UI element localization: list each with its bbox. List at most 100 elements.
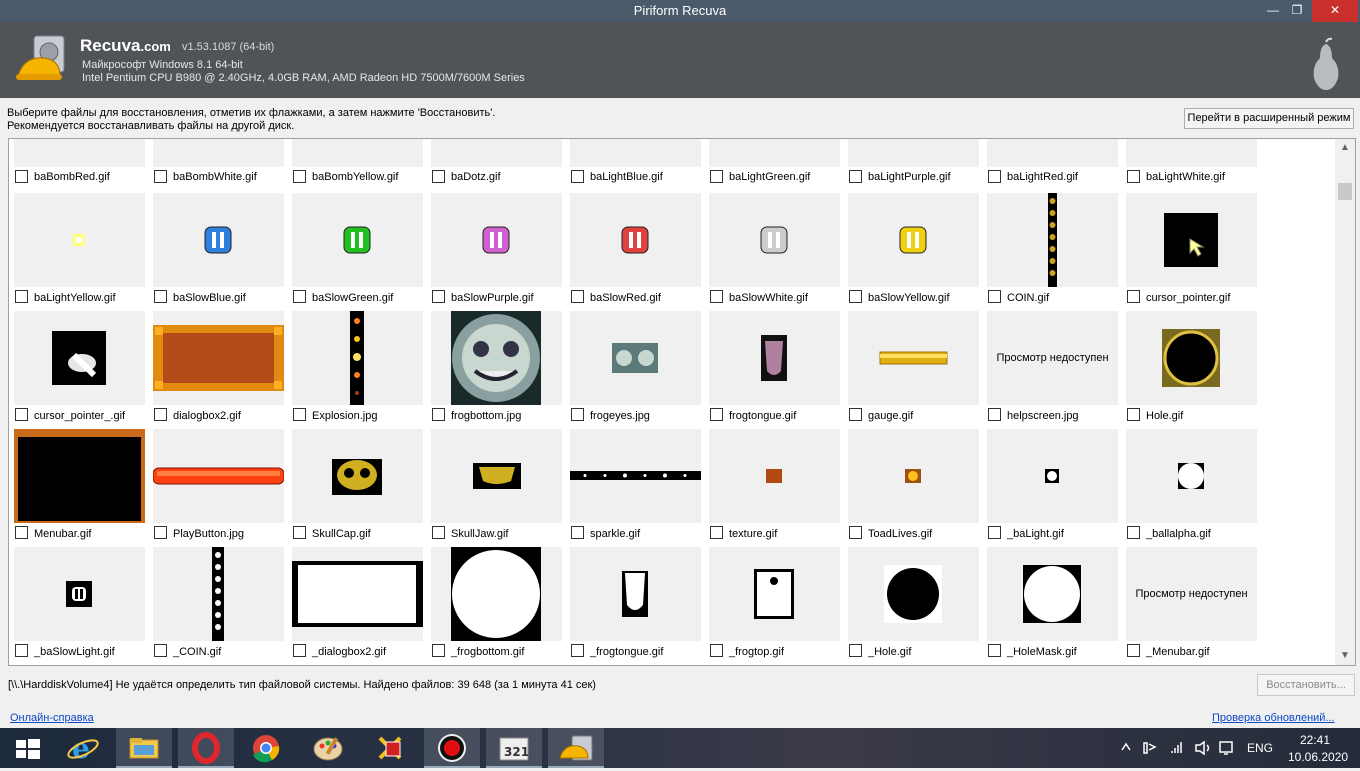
file-cell[interactable]: baSlowYellow.gif [848,193,980,311]
file-thumbnail[interactable] [709,547,840,641]
file-cell[interactable]: _frogbottom.gif [431,547,563,665]
file-checkbox[interactable] [293,290,306,303]
file-cell[interactable]: baSlowPurple.gif [431,193,563,311]
file-cell[interactable]: baSlowWhite.gif [709,193,841,311]
file-checkbox[interactable] [15,290,28,303]
file-thumbnail[interactable] [153,139,284,167]
file-cell[interactable]: baSlowGreen.gif [292,193,424,311]
close-button[interactable]: ✕ [1312,0,1358,22]
file-cell[interactable]: Menubar.gif [14,429,146,547]
file-thumbnail[interactable] [987,139,1118,167]
file-thumbnail[interactable] [14,547,145,641]
file-checkbox[interactable] [432,644,445,657]
file-thumbnail[interactable] [848,193,979,287]
file-thumbnail[interactable] [14,193,145,287]
file-cell[interactable]: Hole.gif [1126,311,1258,429]
record-app-icon[interactable] [424,728,480,768]
file-thumbnail[interactable] [570,311,701,405]
file-cell[interactable]: Просмотр недоступен helpscreen.jpg [987,311,1119,429]
file-thumbnail[interactable] [570,139,701,167]
file-thumbnail[interactable] [570,193,701,287]
file-checkbox[interactable] [154,408,167,421]
file-cell[interactable]: _frogtongue.gif [570,547,702,665]
file-cell[interactable]: dialogbox2.gif [153,311,285,429]
file-cell[interactable]: _dialogbox2.gif [292,547,424,665]
file-cell[interactable]: cursor_pointer.gif [1126,193,1258,311]
vertical-scrollbar[interactable]: ▲ ▼ [1335,139,1355,665]
restore-button[interactable]: Восстановить... [1257,674,1355,696]
file-thumbnail[interactable] [1126,139,1257,167]
check-updates-link[interactable]: Проверка обновлений... [1212,712,1335,724]
file-checkbox[interactable] [988,644,1001,657]
file-checkbox[interactable] [15,408,28,421]
file-thumbnail[interactable] [1126,193,1257,287]
file-checkbox[interactable] [15,170,28,183]
file-checkbox[interactable] [849,408,862,421]
file-checkbox[interactable] [432,170,445,183]
file-checkbox[interactable] [571,170,584,183]
file-checkbox[interactable] [710,170,723,183]
file-thumbnail[interactable] [987,547,1118,641]
file-thumbnail[interactable] [153,193,284,287]
file-thumbnail[interactable] [431,429,562,523]
file-thumbnail[interactable]: Просмотр недоступен [1126,547,1257,641]
file-cell[interactable]: frogtongue.gif [709,311,841,429]
file-checkbox[interactable] [988,290,1001,303]
file-checkbox[interactable] [988,526,1001,539]
file-thumbnail[interactable] [153,429,284,523]
file-checkbox[interactable] [293,526,306,539]
file-thumbnail[interactable] [14,311,145,405]
file-thumbnail[interactable] [709,311,840,405]
file-thumbnail[interactable] [848,139,979,167]
file-thumbnail[interactable] [14,429,145,523]
file-cell[interactable]: Explosion.jpg [292,311,424,429]
file-checkbox[interactable] [15,644,28,657]
file-cell[interactable]: ToadLives.gif [848,429,980,547]
file-thumbnail[interactable] [570,547,701,641]
file-checkbox[interactable] [849,526,862,539]
file-checkbox[interactable] [1127,290,1140,303]
game-app-icon[interactable] [362,728,418,768]
file-checkbox[interactable] [988,170,1001,183]
maximize-button[interactable]: ❐ [1286,0,1308,22]
file-cell[interactable]: _Hole.gif [848,547,980,665]
file-checkbox[interactable] [849,644,862,657]
file-checkbox[interactable] [571,290,584,303]
file-thumbnail[interactable] [431,547,562,641]
clock-time[interactable]: 22:41 [1300,733,1330,747]
file-checkbox[interactable] [710,290,723,303]
paint-icon[interactable] [300,728,356,768]
file-thumbnail[interactable] [153,547,284,641]
file-cell[interactable]: texture.gif [709,429,841,547]
file-cell[interactable]: SkullCap.gif [292,429,424,547]
file-thumbnail[interactable] [1126,429,1257,523]
file-cell[interactable]: _frogtop.gif [709,547,841,665]
internet-explorer-icon[interactable]: e [56,728,112,768]
file-thumbnail[interactable] [570,429,701,523]
file-cell[interactable]: _COIN.gif [153,547,285,665]
file-thumbnail[interactable] [292,429,423,523]
file-checkbox[interactable] [154,526,167,539]
file-checkbox[interactable] [432,290,445,303]
file-thumbnail[interactable] [1126,311,1257,405]
file-checkbox[interactable] [571,644,584,657]
file-thumbnail[interactable] [153,311,284,405]
file-cell[interactable]: _ballalpha.gif [1126,429,1258,547]
file-cell[interactable]: _baSlowLight.gif [14,547,146,665]
file-cell[interactable]: _baLight.gif [987,429,1119,547]
minimize-button[interactable]: — [1262,0,1284,22]
file-checkbox[interactable] [1127,526,1140,539]
file-checkbox[interactable] [1127,644,1140,657]
file-cell[interactable]: baSlowRed.gif [570,193,702,311]
file-thumbnail[interactable] [848,547,979,641]
file-thumbnail[interactable] [14,139,145,167]
file-checkbox[interactable] [293,408,306,421]
file-thumbnail[interactable]: Просмотр недоступен [987,311,1118,405]
chrome-icon[interactable] [238,728,294,768]
file-thumbnail[interactable] [431,193,562,287]
file-cell[interactable]: sparkle.gif [570,429,702,547]
file-checkbox[interactable] [432,526,445,539]
file-checkbox[interactable] [1127,408,1140,421]
system-tray-icons[interactable] [1120,740,1240,756]
scroll-down-icon[interactable]: ▼ [1335,647,1355,665]
